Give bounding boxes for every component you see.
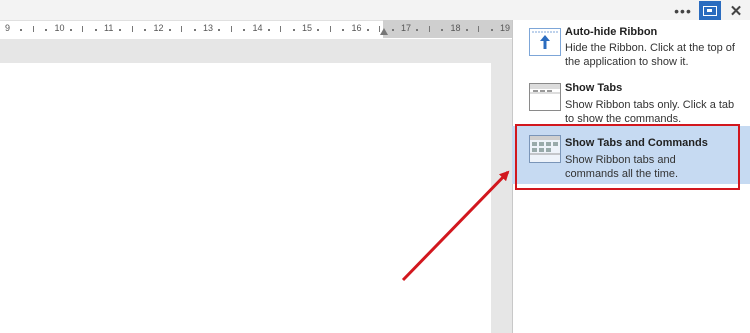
ribbon-display-options-icon — [703, 5, 717, 16]
show-tabs-icon — [529, 83, 561, 111]
ruler-dot — [20, 29, 23, 31]
ruler-number: 10 — [54, 23, 65, 33]
ruler-tick — [329, 26, 331, 32]
ruler-dot — [342, 29, 345, 31]
ruler-dot — [317, 29, 320, 31]
auto-hide-ribbon-icon — [529, 28, 561, 56]
ruler-tick — [82, 26, 84, 32]
ruler-tick — [280, 26, 282, 32]
ruler-dot — [267, 29, 270, 31]
ruler-dot — [465, 29, 468, 31]
ruler-dot — [292, 29, 295, 31]
ruler-dot — [119, 29, 122, 31]
ruler-number: 15 — [302, 23, 313, 33]
ruler-number: 17 — [401, 23, 412, 33]
ruler-dot — [144, 29, 147, 31]
ruler-dot — [391, 29, 394, 31]
ruler-dot — [490, 29, 493, 31]
ruler-number: 9 — [5, 23, 11, 33]
ruler-tick — [478, 26, 480, 32]
ruler-tick — [428, 26, 430, 32]
menu-item-title: Auto-hide Ribbon — [565, 26, 658, 38]
ruler-tick — [230, 26, 232, 32]
ruler-dot — [218, 29, 221, 31]
menu-item-description: Show Ribbon tabs only. Click a tab to sh… — [565, 99, 735, 125]
menu-item-title: Show Tabs — [565, 82, 623, 94]
ruler-number: 19 — [500, 23, 511, 33]
ruler-number: 11 — [104, 23, 114, 33]
ruler-tick — [32, 26, 34, 32]
ruler-number: 13 — [203, 23, 214, 33]
more-options-icon[interactable]: ••• — [672, 1, 694, 20]
ruler-dot — [243, 29, 246, 31]
document-page[interactable] — [0, 63, 491, 333]
ribbon-display-options-button[interactable] — [699, 1, 721, 20]
ruler-number: 16 — [351, 23, 362, 33]
menu-item-auto-hide-ribbon[interactable]: Auto-hide Ribbon Hide the Ribbon. Click … — [512, 22, 750, 78]
ruler-dot — [416, 29, 419, 31]
ruler-dot — [441, 29, 444, 31]
ruler-number: 18 — [450, 23, 461, 33]
ruler-dot — [45, 29, 48, 31]
ruler-tick — [131, 26, 133, 32]
menu-item-show-tabs[interactable]: Show Tabs Show Ribbon tabs only. Click a… — [512, 78, 750, 126]
ruler-dot — [366, 29, 369, 31]
ruler-dot — [94, 29, 97, 31]
indent-marker[interactable] — [380, 28, 388, 35]
ruler-number: 12 — [153, 23, 164, 33]
ruler-tick — [181, 26, 183, 32]
highlight-box — [515, 124, 740, 190]
close-button[interactable]: ✕ — [727, 1, 745, 20]
ruler-number: 14 — [252, 23, 263, 33]
ruler-dot — [168, 29, 171, 31]
ruler-dot — [193, 29, 196, 31]
title-bar — [0, 0, 750, 20]
menu-item-description: Hide the Ribbon. Click at the top of the… — [565, 42, 735, 68]
ruler-dot — [69, 29, 72, 31]
